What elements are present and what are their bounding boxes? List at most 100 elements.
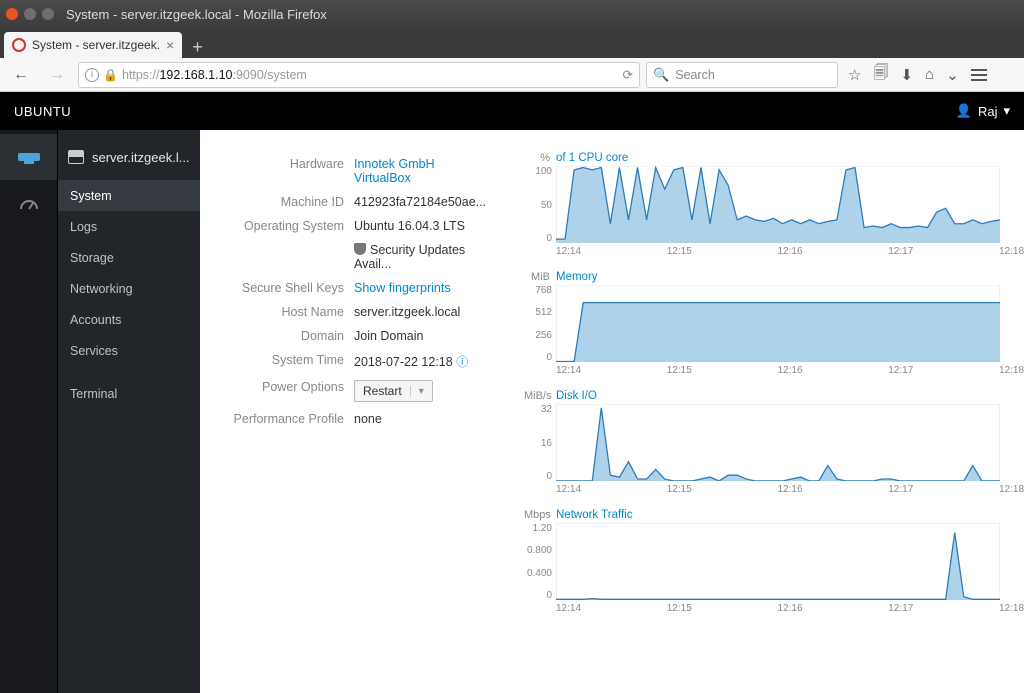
ssh-label: Secure Shell Keys [224, 281, 354, 295]
disk-x-axis: 12:1412:1512:1612:1712:18 [524, 482, 1000, 495]
disk-plot[interactable] [556, 404, 1000, 482]
mem-chart-link[interactable]: Memory [556, 271, 598, 283]
cpu-plot[interactable] [556, 166, 1000, 244]
sidebar-item-services[interactable]: Services [58, 335, 200, 366]
gauge-icon [19, 195, 39, 211]
machineid-value: 412923fa72184e50ae... [354, 195, 494, 209]
search-placeholder: Search [675, 68, 715, 82]
sidebar-item-system[interactable]: System [58, 180, 200, 211]
disk-chart-link[interactable]: Disk I/O [556, 390, 597, 402]
pocket-icon[interactable]: ⌄ [946, 66, 959, 84]
ssh-fingerprints-link[interactable]: Show fingerprints [354, 281, 451, 295]
os-label: Operating System [224, 219, 354, 233]
browser-tabstrip: System - server.itzgeek. × + [0, 28, 1024, 58]
disk-unit: MiB/s [524, 390, 550, 402]
machineid-label: Machine ID [224, 195, 354, 209]
main-content: Hardware Innotek GmbH VirtualBox Machine… [200, 130, 1024, 693]
time-info-icon[interactable]: ⓘ [456, 355, 468, 369]
net-chart-block: Mbps Network Traffic 1.200.8000.4000 12:1… [524, 509, 1000, 614]
user-menu[interactable]: 👤 Raj ▾ [956, 103, 1010, 119]
cpu-chart-block: % of 1 CPU core 100500 12:1412:1512:1612:… [524, 152, 1000, 257]
sidebar-item-storage[interactable]: Storage [58, 242, 200, 273]
hostname-label: Host Name [224, 305, 354, 319]
restart-button[interactable]: Restart▾ [354, 380, 433, 402]
page-body: server.itzgeek.l... System Logs Storage … [0, 130, 1024, 693]
search-icon: 🔍 [653, 67, 669, 83]
hardware-link2[interactable]: VirtualBox [354, 171, 411, 185]
shield-icon [354, 243, 366, 255]
cockpit-navbar: UBUNTU 👤 Raj ▾ [0, 92, 1024, 130]
server-icon [18, 150, 40, 164]
url-text: https://192.168.1.10:9090/system [122, 68, 619, 82]
dashboard-tabs [0, 130, 58, 693]
domain-label: Domain [224, 329, 354, 343]
server-tab-icon[interactable] [0, 134, 57, 180]
tab-favicon [12, 38, 26, 52]
cpu-chart-link[interactable]: of 1 CPU core [556, 152, 628, 164]
sidebar-item-logs[interactable]: Logs [58, 211, 200, 242]
mem-x-axis: 12:1412:1512:1612:1712:18 [524, 363, 1000, 376]
chevron-down-icon[interactable]: ▾ [410, 386, 424, 397]
user-name: Raj [978, 104, 998, 119]
tab-close-icon[interactable]: × [166, 37, 174, 53]
perf-label: Performance Profile [224, 412, 354, 426]
url-bar[interactable]: i 🔒 https://192.168.1.10:9090/system ⟳ [78, 62, 640, 88]
net-chart-link[interactable]: Network Traffic [556, 509, 632, 521]
downloads-icon[interactable]: ⬇ [900, 66, 913, 84]
net-unit: Mbps [524, 509, 550, 521]
window-title: System - server.itzgeek.local - Mozilla … [66, 7, 327, 22]
mem-plot[interactable] [556, 285, 1000, 363]
net-y-axis: 1.200.8000.4000 [524, 523, 556, 601]
charts-column: % of 1 CPU core 100500 12:1412:1512:1612:… [524, 152, 1000, 633]
forward-button[interactable]: → [42, 60, 72, 90]
dashboard-tab-icon[interactable] [0, 180, 57, 226]
cpu-x-axis: 12:1412:1512:1612:1712:18 [524, 244, 1000, 257]
power-label: Power Options [224, 380, 354, 402]
perf-value: none [354, 412, 494, 426]
site-info-icon[interactable]: i [85, 68, 99, 82]
mem-y-axis: 7685122560 [524, 285, 556, 363]
cpu-unit: % [524, 152, 550, 164]
reload-icon[interactable]: ⟳ [623, 67, 633, 82]
toolbar-icons: ☆ 🗐 ⬇ ⌂ ⌄ [844, 62, 991, 87]
net-x-axis: 12:1412:1512:1612:1712:18 [524, 601, 1000, 614]
disk-y-axis: 32160 [524, 404, 556, 482]
time-value[interactable]: 2018-07-22 12:18 [354, 355, 453, 369]
back-button[interactable]: ← [6, 60, 36, 90]
domain-value[interactable]: Join Domain [354, 329, 494, 343]
memory-chart-block: MiB Memory 7685122560 12:1412:1512:1612:1… [524, 271, 1000, 376]
new-tab-button[interactable]: + [182, 37, 213, 58]
mem-unit: MiB [524, 271, 550, 283]
hostname-value[interactable]: server.itzgeek.local [354, 305, 494, 319]
host-icon [68, 150, 84, 164]
disk-chart-block: MiB/s Disk I/O 32160 12:1412:1512:1612:17… [524, 390, 1000, 495]
sidebar-item-terminal[interactable]: Terminal [58, 378, 200, 409]
browser-tab[interactable]: System - server.itzgeek. × [4, 32, 182, 58]
hardware-link1[interactable]: Innotek GmbH [354, 157, 435, 171]
cockpit-brand: UBUNTU [14, 104, 71, 119]
window-maximize-button[interactable] [42, 8, 54, 20]
host-selector[interactable]: server.itzgeek.l... [58, 134, 200, 180]
tab-title: System - server.itzgeek. [32, 38, 160, 52]
host-label: server.itzgeek.l... [92, 150, 190, 165]
window-titlebar: System - server.itzgeek.local - Mozilla … [0, 0, 1024, 28]
library-icon[interactable]: 🗐 [873, 62, 888, 87]
sidebar-item-accounts[interactable]: Accounts [58, 304, 200, 335]
lock-icon: 🔒 [103, 68, 118, 82]
security-updates[interactable]: Security Updates Avail... [354, 243, 465, 271]
net-plot[interactable] [556, 523, 1000, 601]
home-icon[interactable]: ⌂ [925, 66, 934, 83]
cpu-y-axis: 100500 [524, 166, 556, 244]
sidebar: server.itzgeek.l... System Logs Storage … [58, 130, 200, 693]
sidebar-item-networking[interactable]: Networking [58, 273, 200, 304]
search-bar[interactable]: 🔍 Search [646, 62, 838, 88]
user-icon: 👤 [956, 103, 972, 119]
os-value: Ubuntu 16.04.3 LTS [354, 219, 494, 233]
menu-icon[interactable] [971, 69, 987, 81]
bookmark-star-icon[interactable]: ☆ [848, 66, 861, 84]
window-close-button[interactable] [6, 8, 18, 20]
browser-toolbar: ← → i 🔒 https://192.168.1.10:9090/system… [0, 58, 1024, 92]
window-minimize-button[interactable] [24, 8, 36, 20]
chevron-down-icon: ▾ [1003, 103, 1010, 119]
system-info: Hardware Innotek GmbH VirtualBox Machine… [224, 152, 494, 633]
